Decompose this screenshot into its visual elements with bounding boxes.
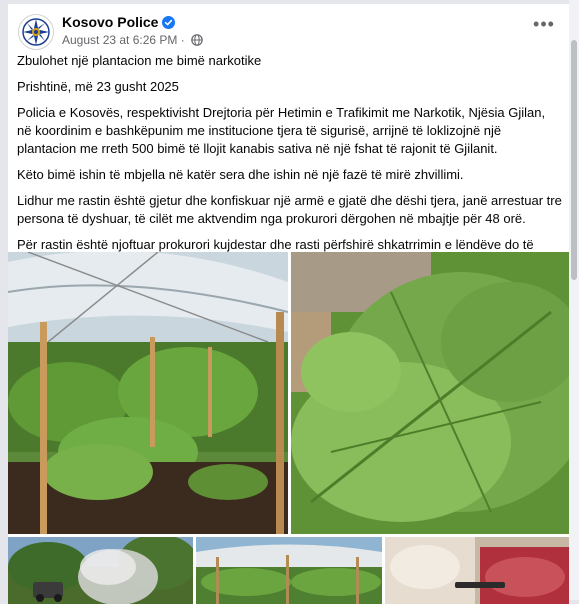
- post-body: Zbulohet një plantacion me bimë narkotik…: [17, 52, 562, 280]
- burning-plants-photo[interactable]: [8, 537, 193, 604]
- harvested-cannabis-photo[interactable]: [291, 252, 569, 534]
- meta-separator: ·: [180, 33, 185, 47]
- post-photo-grid: [8, 252, 569, 604]
- greenhouse-rows-photo[interactable]: [196, 537, 382, 604]
- page-scrollbar[interactable]: [569, 0, 579, 600]
- page-name-link[interactable]: Kosovo Police: [62, 14, 176, 30]
- post-timestamp[interactable]: August 23 at 6:26 PM: [62, 33, 177, 47]
- facebook-post-card: Kosovo Police August 23 at 6:26 PM · •••…: [8, 4, 569, 604]
- globe-icon: [191, 34, 203, 46]
- police-emblem-icon[interactable]: [18, 14, 54, 50]
- post-dateline: Prishtinë, më 23 gusht 2025: [17, 79, 179, 94]
- post-paragraph: Këto bimë ishin të mbjella në katër sera…: [17, 167, 464, 182]
- page-name-text[interactable]: Kosovo Police: [62, 14, 158, 30]
- post-meta: August 23 at 6:26 PM ·: [62, 33, 203, 47]
- more-options-icon[interactable]: •••: [530, 15, 558, 38]
- post-paragraph: Policia e Kosovës, respektivisht Drejtor…: [17, 105, 546, 156]
- post-paragraph: Lidhur me rastin është gjetur dhe konfis…: [17, 193, 562, 226]
- post-header: Kosovo Police August 23 at 6:26 PM · •••: [8, 4, 569, 54]
- verified-badge-icon: [162, 16, 176, 29]
- post-headline: Zbulohet një plantacion me bimë narkotik…: [17, 53, 262, 68]
- confiscated-items-photo[interactable]: [385, 537, 569, 604]
- scrollbar-thumb[interactable]: [571, 40, 577, 280]
- greenhouse-plants-photo[interactable]: [8, 252, 288, 534]
